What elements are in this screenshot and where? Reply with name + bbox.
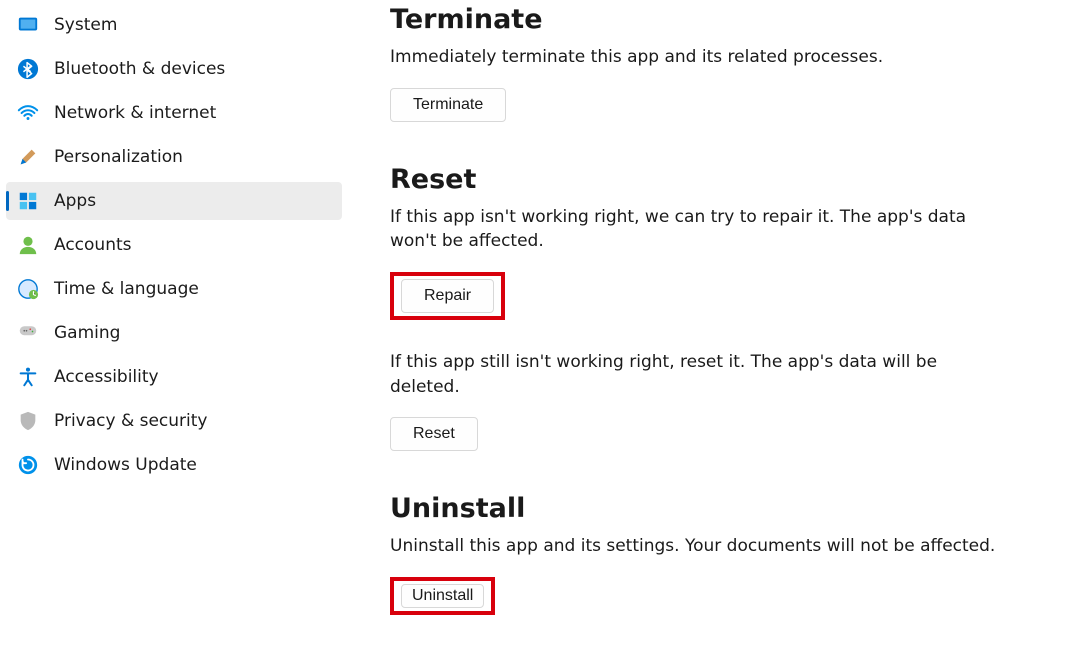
reset-button[interactable]: Reset bbox=[390, 417, 478, 451]
terminate-title: Terminate bbox=[390, 4, 1056, 35]
sidebar-item-personalization[interactable]: Personalization bbox=[6, 138, 342, 176]
accounts-icon bbox=[16, 233, 40, 257]
sidebar-item-label: Accessibility bbox=[54, 367, 159, 387]
sidebar-item-time-language[interactable]: Time & language bbox=[6, 270, 342, 308]
sidebar-item-label: Time & language bbox=[54, 279, 199, 299]
time-language-icon bbox=[16, 277, 40, 301]
sidebar-item-apps[interactable]: Apps bbox=[6, 182, 342, 220]
content: Terminate Immediately terminate this app… bbox=[350, 0, 1080, 649]
sidebar-item-label: Gaming bbox=[54, 323, 120, 343]
gaming-icon bbox=[16, 321, 40, 345]
apps-icon bbox=[16, 189, 40, 213]
sidebar-item-label: Privacy & security bbox=[54, 411, 208, 431]
sidebar-item-network[interactable]: Network & internet bbox=[6, 94, 342, 132]
terminate-section: Terminate Immediately terminate this app… bbox=[390, 4, 1056, 128]
sidebar: System Bluetooth & devices Network & int… bbox=[0, 0, 350, 649]
sidebar-item-label: Bluetooth & devices bbox=[54, 59, 225, 79]
sidebar-item-bluetooth[interactable]: Bluetooth & devices bbox=[6, 50, 342, 88]
sidebar-item-system[interactable]: System bbox=[6, 6, 342, 44]
terminate-desc: Immediately terminate this app and its r… bbox=[390, 45, 1010, 70]
sidebar-item-windows-update[interactable]: Windows Update bbox=[6, 446, 342, 484]
personalization-icon bbox=[16, 145, 40, 169]
sidebar-item-label: Network & internet bbox=[54, 103, 216, 123]
reset-section: Reset If this app isn't working right, w… bbox=[390, 164, 1056, 458]
sidebar-item-accounts[interactable]: Accounts bbox=[6, 226, 342, 264]
sidebar-item-label: Windows Update bbox=[54, 455, 197, 475]
uninstall-section: Uninstall Uninstall this app and its set… bbox=[390, 493, 1056, 621]
terminate-button[interactable]: Terminate bbox=[390, 88, 506, 122]
windows-update-icon bbox=[16, 453, 40, 477]
system-icon bbox=[16, 13, 40, 37]
accessibility-icon bbox=[16, 365, 40, 389]
sidebar-item-gaming[interactable]: Gaming bbox=[6, 314, 342, 352]
uninstall-highlight: Uninstall bbox=[390, 577, 495, 615]
sidebar-item-label: Personalization bbox=[54, 147, 183, 167]
bluetooth-icon bbox=[16, 57, 40, 81]
uninstall-title: Uninstall bbox=[390, 493, 1056, 524]
repair-highlight: Repair bbox=[390, 272, 505, 320]
sidebar-item-accessibility[interactable]: Accessibility bbox=[6, 358, 342, 396]
reset-reset-desc: If this app still isn't working right, r… bbox=[390, 350, 1010, 399]
sidebar-item-label: Apps bbox=[54, 191, 96, 211]
reset-repair-desc: If this app isn't working right, we can … bbox=[390, 205, 1010, 254]
reset-title: Reset bbox=[390, 164, 1056, 195]
repair-button[interactable]: Repair bbox=[401, 279, 494, 313]
uninstall-desc: Uninstall this app and its settings. You… bbox=[390, 534, 1010, 559]
wifi-icon bbox=[16, 101, 40, 125]
privacy-icon bbox=[16, 409, 40, 433]
sidebar-item-label: Accounts bbox=[54, 235, 132, 255]
sidebar-item-privacy[interactable]: Privacy & security bbox=[6, 402, 342, 440]
sidebar-item-label: System bbox=[54, 15, 117, 35]
uninstall-button[interactable]: Uninstall bbox=[401, 584, 484, 608]
